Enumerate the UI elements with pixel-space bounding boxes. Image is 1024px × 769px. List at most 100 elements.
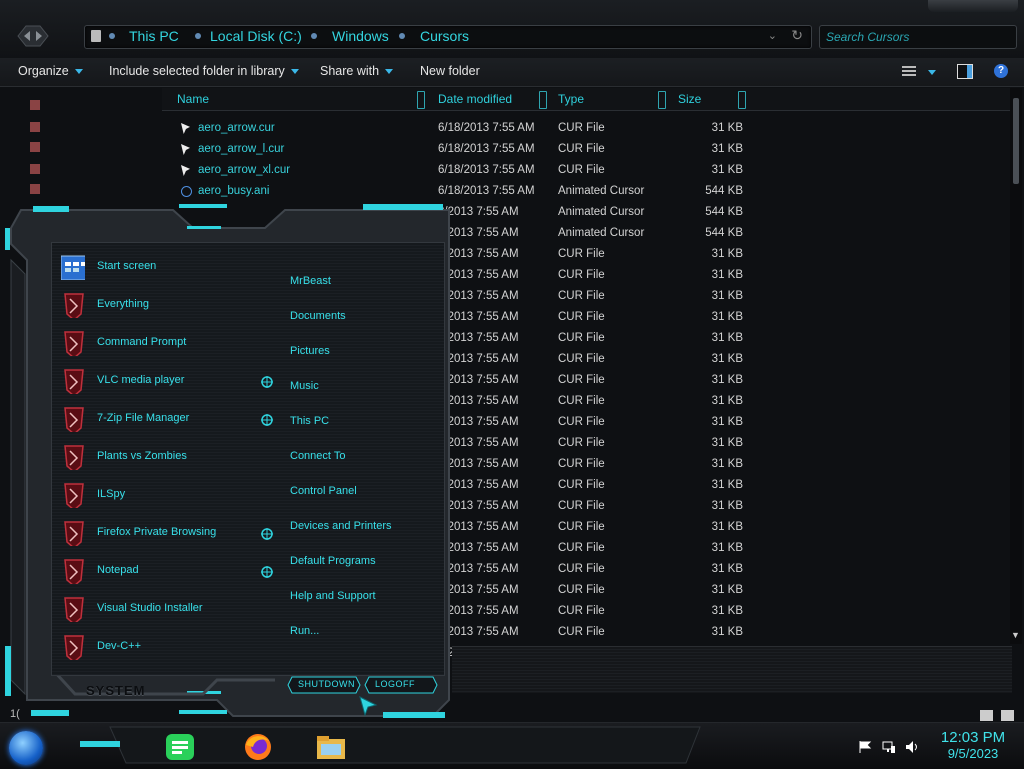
places-item[interactable]: Pictures	[290, 345, 330, 357]
program-item[interactable]: ILSpy	[61, 480, 261, 514]
file-row[interactable]: aero_arrow_xl.cur 6/18/2013 7:55 AM CUR Fi…	[170, 160, 770, 181]
column-resize-handle[interactable]	[738, 91, 746, 109]
app-shield-icon	[64, 331, 84, 356]
firefox-icon[interactable]	[241, 731, 275, 763]
nav-item-icon[interactable]	[30, 164, 40, 174]
file-size: 31 KB	[711, 437, 743, 449]
column-resize-handle[interactable]	[539, 91, 547, 109]
app-shield-icon	[64, 521, 84, 546]
breadcrumb-windows[interactable]: Windows	[332, 28, 389, 44]
breadcrumb-local-disk[interactable]: Local Disk (C:)	[210, 28, 302, 44]
file-name: aero_arrow_xl.cur	[198, 164, 291, 176]
organize-button[interactable]: Organize	[18, 64, 83, 78]
back-forward-icon[interactable]	[16, 22, 50, 50]
file-size: 31 KB	[711, 395, 743, 407]
address-bar[interactable]: This PC Local Disk (C:) Windows Cursors …	[84, 25, 812, 49]
new-folder-button[interactable]: New folder	[420, 64, 480, 78]
view-options-icon[interactable]	[902, 66, 916, 77]
program-item[interactable]: 7-Zip File Manager	[61, 404, 273, 438]
cursor-file-icon	[181, 165, 190, 176]
taskbar-frame	[80, 726, 701, 764]
submenu-arrow-icon[interactable]	[261, 566, 273, 578]
places-item[interactable]: Connect To	[290, 450, 345, 462]
column-date-modified[interactable]: Date modified	[438, 92, 512, 106]
places-item[interactable]: Music	[290, 380, 319, 392]
file-type: CUR File	[558, 395, 605, 407]
places-item[interactable]: Default Programs	[290, 555, 376, 567]
file-date: 6/18/2013 7:55 AM	[438, 122, 535, 134]
chevron-down-icon	[290, 69, 299, 75]
system-label: SYSTEM	[86, 683, 146, 698]
share-with-button[interactable]: Share with	[320, 64, 394, 78]
nav-item-icon[interactable]	[30, 100, 40, 110]
window-controls[interactable]	[928, 0, 1018, 12]
places-item[interactable]: MrBeast	[290, 275, 331, 287]
places-item[interactable]: This PC	[290, 415, 329, 427]
search-input[interactable]	[824, 28, 1016, 46]
chevron-down-icon[interactable]	[928, 70, 936, 75]
nav-item-icon[interactable]	[30, 142, 40, 152]
shutdown-label: SHUTDOWN	[298, 679, 355, 689]
logoff-button[interactable]: LOGOFF	[363, 675, 438, 695]
places-item[interactable]: Run...	[290, 625, 319, 637]
large-icons-view-icon[interactable]	[1001, 710, 1014, 721]
volume-icon[interactable]	[905, 740, 919, 754]
column-resize-handle[interactable]	[658, 91, 666, 109]
file-row[interactable]: aero_arrow.cur 6/18/2013 7:55 AM CUR File 3…	[170, 118, 770, 139]
file-size: 31 KB	[711, 143, 743, 155]
taskbar: 12:03 PM 9/5/2023	[0, 722, 1024, 769]
places-item[interactable]: Help and Support	[290, 590, 376, 602]
program-item[interactable]: Notepad	[61, 556, 273, 590]
program-item[interactable]: Dev-C++	[61, 632, 261, 666]
app-shield-icon	[64, 635, 84, 660]
program-item[interactable]: VLC media player	[61, 366, 273, 400]
program-item[interactable]: Everything	[61, 290, 261, 324]
places-item[interactable]: Devices and Printers	[290, 520, 392, 532]
file-type: CUR File	[558, 563, 605, 575]
file-type: CUR File	[558, 542, 605, 554]
scroll-down-arrow-icon[interactable]: ▼	[1011, 630, 1020, 640]
program-item[interactable]: Start screen	[61, 252, 261, 286]
column-name[interactable]: Name	[177, 92, 209, 106]
search-box[interactable]	[819, 25, 1017, 49]
network-icon[interactable]	[882, 740, 896, 754]
column-size[interactable]: Size	[678, 92, 701, 106]
submenu-arrow-icon[interactable]	[261, 414, 273, 426]
nav-item-icon[interactable]	[30, 184, 40, 194]
scrollbar-thumb[interactable]	[1013, 98, 1019, 184]
submenu-arrow-icon[interactable]	[261, 376, 273, 388]
file-explorer-icon[interactable]	[314, 731, 348, 763]
column-resize-handle[interactable]	[417, 91, 425, 109]
notes-app-icon[interactable]	[163, 731, 197, 763]
refresh-icon[interactable]: ↻	[791, 27, 803, 44]
program-item[interactable]: Visual Studio Installer	[61, 594, 261, 628]
breadcrumb-cursors[interactable]: Cursors	[420, 28, 469, 44]
nav-item-icon[interactable]	[30, 122, 40, 132]
submenu-arrow-icon[interactable]	[261, 528, 273, 540]
places-item[interactable]: Documents	[290, 310, 346, 322]
column-type[interactable]: Type	[558, 92, 584, 106]
chevron-down-icon[interactable]: ⌄	[768, 29, 777, 42]
details-view-icon[interactable]	[980, 710, 993, 721]
program-item[interactable]: Firefox Private Browsing	[61, 518, 273, 552]
places-item[interactable]: Control Panel	[290, 485, 357, 497]
file-type: CUR File	[558, 269, 605, 281]
file-size: 31 KB	[711, 605, 743, 617]
file-type: CUR File	[558, 500, 605, 512]
program-item[interactable]: Plants vs Zombies	[61, 442, 261, 476]
start-button[interactable]	[9, 731, 43, 765]
file-name: aero_busy.ani	[198, 185, 270, 197]
help-icon[interactable]: ?	[994, 64, 1008, 78]
file-type: CUR File	[558, 248, 605, 260]
include-in-library-button[interactable]: Include selected folder in library	[109, 64, 299, 78]
shutdown-button[interactable]: SHUTDOWN	[286, 675, 361, 695]
breadcrumb-this-pc[interactable]: This PC	[129, 28, 179, 44]
action-center-flag-icon[interactable]	[858, 740, 872, 754]
file-date: 6/18/2013 7:55 AM	[438, 185, 535, 197]
file-row[interactable]: aero_arrow_l.cur 6/18/2013 7:55 AM CUR Fil…	[170, 139, 770, 160]
preview-pane-icon[interactable]	[957, 64, 973, 79]
system-clock[interactable]: 12:03 PM 9/5/2023	[928, 729, 1018, 761]
file-size: 31 KB	[711, 458, 743, 470]
program-item[interactable]: Command Prompt	[61, 328, 261, 362]
file-row[interactable]: aero_busy.ani 6/18/2013 7:55 AM Animated C…	[170, 181, 770, 202]
